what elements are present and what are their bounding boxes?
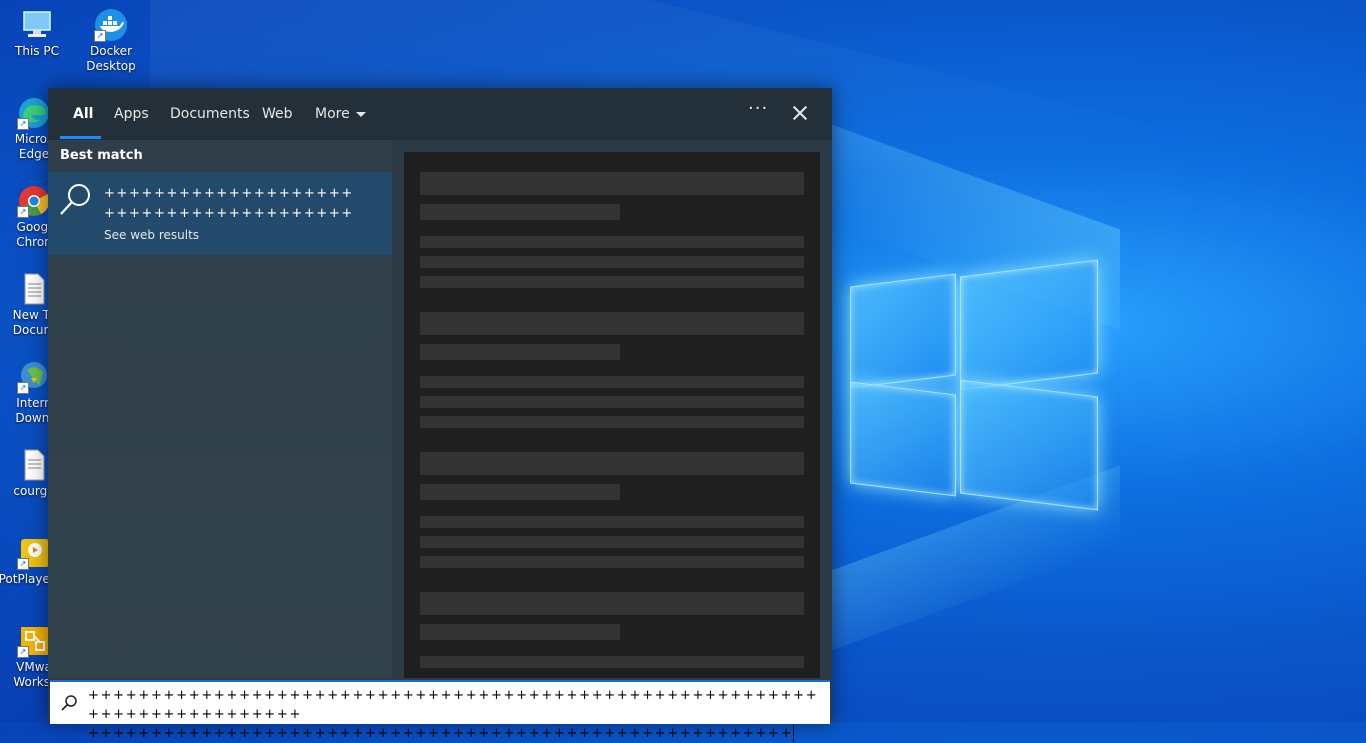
skeleton-bar: [420, 376, 804, 388]
vmware-icon: ↗: [17, 624, 51, 658]
text-file-icon: [17, 448, 51, 482]
computer-icon: [20, 8, 54, 42]
best-match-query-line: ++++++++++++++++++++: [104, 186, 354, 201]
active-tab-indicator: [60, 136, 101, 139]
search-tabs-bar: All Apps Documents Web More ···: [48, 88, 832, 140]
tab-more[interactable]: More: [315, 106, 366, 122]
skeleton-bar: [420, 656, 804, 668]
shortcut-arrow-icon: ↗: [17, 382, 29, 394]
best-match-subtitle: See web results: [104, 228, 200, 242]
results-list: Best match ++++++++++++++++++++ ++++++++…: [48, 140, 392, 678]
search-input-line-text: ++++++++++++++++++++++++++++++++++++++++…: [88, 726, 794, 741]
skeleton-bar: [420, 556, 804, 568]
skeleton-bar: [420, 204, 620, 220]
search-icon: [60, 694, 78, 712]
search-input-line: ++++++++++++++++++++++++++++++++++++++++…: [88, 688, 819, 722]
skeleton-bar: [420, 276, 804, 288]
skeleton-bar: [420, 416, 804, 428]
desktop-icon-docker[interactable]: ↗ Docker Desktop: [75, 8, 147, 74]
skeleton-bar: [420, 452, 804, 475]
skeleton-bar: [420, 236, 804, 248]
preview-pane: [392, 140, 832, 678]
chrome-icon: ↗: [17, 184, 51, 218]
close-icon[interactable]: [788, 102, 812, 126]
shortcut-arrow-icon: ↗: [17, 646, 29, 658]
search-input-text[interactable]: ++++++++++++++++++++++++++++++++++++++++…: [88, 686, 823, 743]
desktop-icon-label: Docker Desktop: [86, 44, 136, 73]
skeleton-bar: [420, 624, 620, 640]
skeleton-bar: [420, 344, 620, 360]
potplayer-icon: ↗: [17, 536, 51, 570]
text-caret: [793, 725, 795, 742]
search-icon: [58, 182, 94, 218]
shortcut-arrow-icon: ↗: [17, 206, 29, 218]
tab-documents[interactable]: Documents: [170, 106, 250, 122]
best-match-heading: Best match: [60, 148, 143, 163]
text-file-icon: [17, 272, 51, 306]
search-input[interactable]: ++++++++++++++++++++++++++++++++++++++++…: [50, 680, 830, 742]
idm-icon: ↗: [17, 360, 51, 394]
skeleton-bar: [420, 536, 804, 548]
shortcut-arrow-icon: ↗: [17, 118, 29, 130]
tab-all[interactable]: All: [73, 106, 93, 122]
windows-logo: [848, 258, 1098, 511]
shortcut-arrow-icon: ↗: [17, 558, 29, 570]
tab-apps[interactable]: Apps: [114, 106, 149, 122]
more-options-icon[interactable]: ···: [748, 98, 768, 119]
skeleton-bar: [420, 484, 620, 500]
best-match-query: ++++++++++++++++++++ +++++++++++++++++++…: [104, 184, 354, 224]
edge-icon: ↗: [17, 96, 51, 130]
skeleton-bar: [420, 256, 804, 268]
skeleton-bar: [420, 516, 804, 528]
best-match-query-line: ++++++++++++++++++++: [104, 206, 354, 221]
search-panel: All Apps Documents Web More ··· Best mat…: [48, 88, 832, 722]
loading-skeleton: [404, 152, 820, 678]
skeleton-bar: [420, 592, 804, 615]
skeleton-bar: [420, 396, 804, 408]
best-match-item[interactable]: ++++++++++++++++++++ +++++++++++++++++++…: [48, 172, 392, 255]
skeleton-bar: [420, 172, 804, 195]
docker-icon: ↗: [94, 8, 128, 42]
desktop-icon-label: This PC: [15, 44, 59, 58]
tab-web[interactable]: Web: [262, 106, 293, 122]
tab-more-label: More: [315, 106, 350, 122]
search-input-line: ++++++++++++++++++++++++++++++++++++++++…: [88, 724, 823, 743]
skeleton-bar: [420, 312, 804, 335]
desktop-icon-this-pc[interactable]: This PC: [1, 8, 73, 59]
chevron-down-icon: [355, 111, 366, 117]
shortcut-arrow-icon: ↗: [94, 30, 106, 42]
